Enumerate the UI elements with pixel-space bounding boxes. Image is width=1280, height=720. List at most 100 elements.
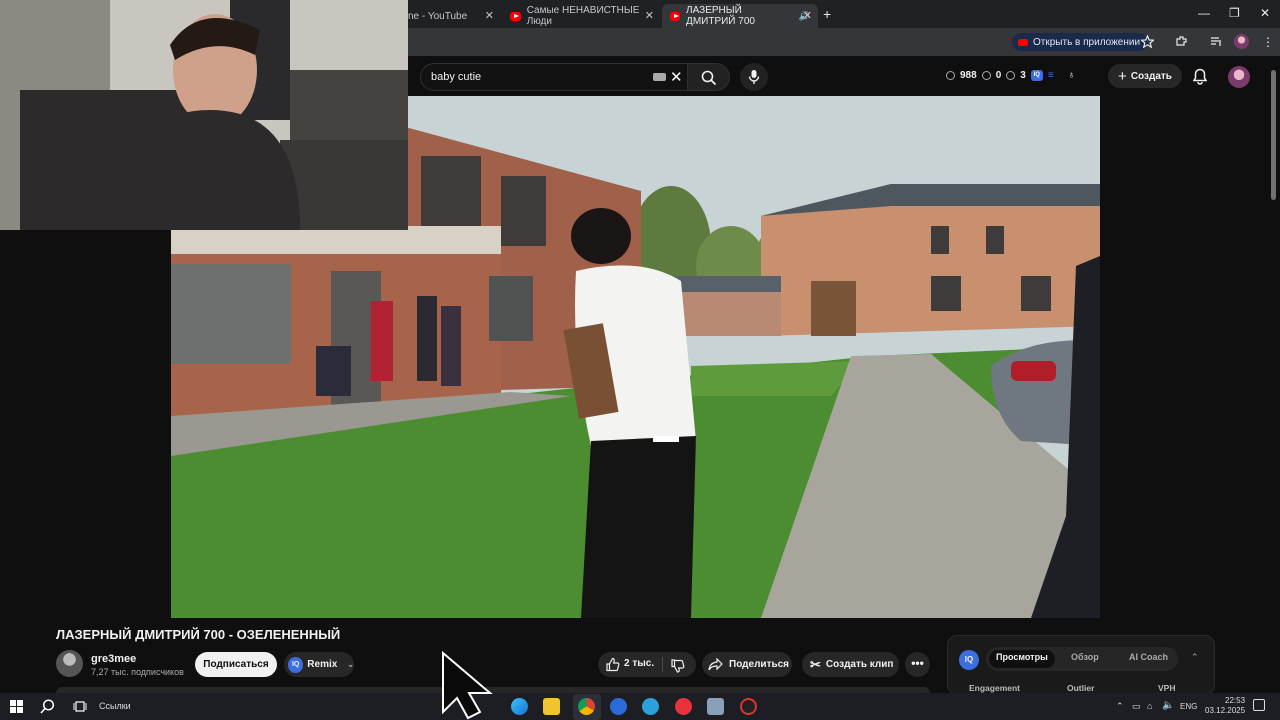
clock-date: 03.12.2025 [1205, 706, 1246, 715]
like-count[interactable]: 2 тыс. [624, 658, 654, 669]
tray-battery-icon[interactable]: ▭ [1132, 701, 1141, 712]
edge-icon[interactable] [511, 698, 528, 715]
tab-hated-people[interactable]: Самые НЕНАВИСТНЫЕ Люди ✕ [502, 4, 660, 28]
tray-clock[interactable]: 22:53 03.12.2025 [1205, 696, 1245, 716]
checkmark-app-icon[interactable] [610, 698, 627, 715]
lines-icon[interactable]: ≡ [1048, 70, 1054, 81]
remix-label: Remix [307, 659, 338, 670]
eye-icon [1006, 71, 1016, 80]
webcam-frame [0, 0, 408, 230]
search-input[interactable]: baby cutie ✕ [420, 63, 688, 91]
close-tab-icon[interactable]: ✕ [803, 9, 812, 22]
tab-overview[interactable]: Обзор [1071, 652, 1099, 662]
telegram-icon[interactable] [642, 698, 659, 715]
youtube-icon [670, 11, 681, 21]
clear-search-icon[interactable]: ✕ [670, 68, 683, 86]
notification-center-icon[interactable] [1253, 699, 1265, 711]
tab-title: Самые НЕНАВИСТНЫЕ Люди [526, 5, 640, 27]
search-button[interactable] [688, 63, 730, 91]
webcam-overlay [0, 0, 408, 230]
iq-badge-icon[interactable]: IQ [959, 650, 979, 670]
youtube-icon [510, 11, 521, 21]
panel-tab-bar: Просмотры Обзор AI Coach [986, 647, 1178, 671]
mouse-cursor-icon [442, 650, 493, 720]
clip-label: Создать клип [825, 659, 894, 670]
chevron-down-icon: ⌄ [347, 660, 354, 669]
tab-ai-coach[interactable]: AI Coach [1129, 652, 1168, 662]
account-avatar[interactable] [1228, 66, 1250, 88]
browser-menu-icon[interactable]: ⋮ [1262, 35, 1274, 49]
channel-avatar[interactable] [56, 650, 83, 677]
microphone-icon [748, 70, 760, 84]
tray-language[interactable]: ENG [1180, 702, 1197, 711]
subscriber-count: 7,27 тыс. подписчиков [91, 667, 184, 677]
remix-button[interactable]: IQ Remix ⌄ [284, 652, 354, 677]
voice-search-button[interactable] [740, 63, 768, 91]
video-title: ЛАЗЕРНЫЙ ДМИТРИЙ 700 - ОЗЕЛЕНЕННЫЙ [56, 627, 341, 642]
open-in-app-button[interactable]: Открыть в приложении [1012, 33, 1149, 51]
tab-views[interactable]: Просмотры [996, 652, 1048, 662]
media-control-icon[interactable] [1210, 35, 1223, 48]
tab-youtube[interactable]: ne - YouTube ✕ [400, 4, 500, 28]
search-value: baby cutie [431, 71, 482, 83]
extension-stats: 988 0 3 IQ ≡ ♁ [946, 70, 1075, 81]
like-dislike-group: 2 тыс. [598, 652, 696, 677]
tab-active-video[interactable]: ЛАЗЕРНЫЙ ДМИТРИЙ 700 🔊 ✕ [662, 4, 818, 28]
tab-title: ЛАЗЕРНЫЙ ДМИТРИЙ 700 [686, 5, 755, 27]
thumbs-up-icon[interactable] [605, 657, 620, 672]
iq-badge-icon[interactable]: IQ [1030, 70, 1043, 81]
close-tab-icon[interactable]: ✕ [645, 9, 654, 22]
restore-icon[interactable]: ❐ [1229, 6, 1240, 20]
desktop-app-icon[interactable] [707, 698, 724, 715]
share-button[interactable]: Поделиться [702, 652, 792, 677]
tab-title: ne - YouTube [408, 10, 468, 22]
taskbar [0, 693, 1280, 720]
notifications-bell-icon[interactable] [1192, 68, 1208, 85]
chevron-up-icon[interactable]: ⌃ [1191, 652, 1199, 663]
profile-avatar[interactable] [1234, 34, 1249, 49]
keyboard-icon[interactable] [653, 73, 666, 81]
share-label: Поделиться [729, 659, 790, 670]
stat-other: 3 [1020, 70, 1026, 81]
minimize-icon[interactable]: — [1198, 6, 1210, 20]
file-explorer-icon[interactable] [543, 698, 560, 715]
stat-eye: 0 [995, 70, 1002, 81]
eye-icon [981, 71, 991, 80]
tray-network-icon[interactable]: ⌂ [1147, 701, 1152, 711]
ribbon-icon[interactable]: ♁ [1068, 70, 1076, 81]
tray-chevron-up-icon[interactable]: ⌃ [1116, 701, 1124, 712]
analytics-panel: IQ Просмотры Обзор AI Coach ⌃ Engagement… [947, 635, 1215, 695]
column-outlier: Outlier [1067, 683, 1095, 693]
clock-icon [946, 71, 955, 80]
create-label: Создать [1130, 70, 1172, 82]
chrome-icon[interactable] [578, 698, 595, 715]
taskbar-links[interactable]: Ссылки [99, 701, 131, 711]
column-engagement: Engagement [969, 683, 1021, 693]
search-icon [701, 70, 717, 86]
task-view-icon[interactable] [73, 700, 87, 713]
iq-icon: IQ [288, 656, 304, 673]
tray-volume-icon[interactable]: 🔈 [1162, 700, 1174, 711]
more-actions-button[interactable]: ••• [905, 652, 930, 677]
youtube-icon [1018, 38, 1028, 46]
scissors-icon: ✂ [810, 656, 821, 672]
taskbar-search-icon[interactable] [40, 699, 55, 714]
close-window-icon[interactable]: ✕ [1260, 6, 1270, 20]
column-vph: VPH [1158, 683, 1176, 693]
page-scrollbar[interactable] [1271, 70, 1276, 200]
extensions-icon[interactable] [1175, 35, 1188, 48]
clock-time: 22:53 [1225, 696, 1246, 705]
create-clip-button[interactable]: ✂ Создать клип [802, 652, 899, 677]
channel-name[interactable]: gre3mee [91, 653, 136, 665]
stat-views: 988 [960, 70, 977, 81]
subscribe-button[interactable]: Подписаться [195, 652, 277, 677]
create-button[interactable]: + Создать [1108, 64, 1182, 88]
bookmark-star-icon[interactable] [1141, 35, 1154, 48]
obs-icon[interactable] [740, 698, 757, 715]
yandex-icon[interactable] [675, 698, 692, 715]
thumbs-down-icon[interactable] [670, 658, 685, 673]
close-tab-icon[interactable]: ✕ [485, 9, 494, 22]
plus-icon: + [1118, 67, 1127, 85]
windows-start-icon[interactable] [10, 700, 23, 713]
new-tab-button[interactable]: + [823, 6, 831, 22]
